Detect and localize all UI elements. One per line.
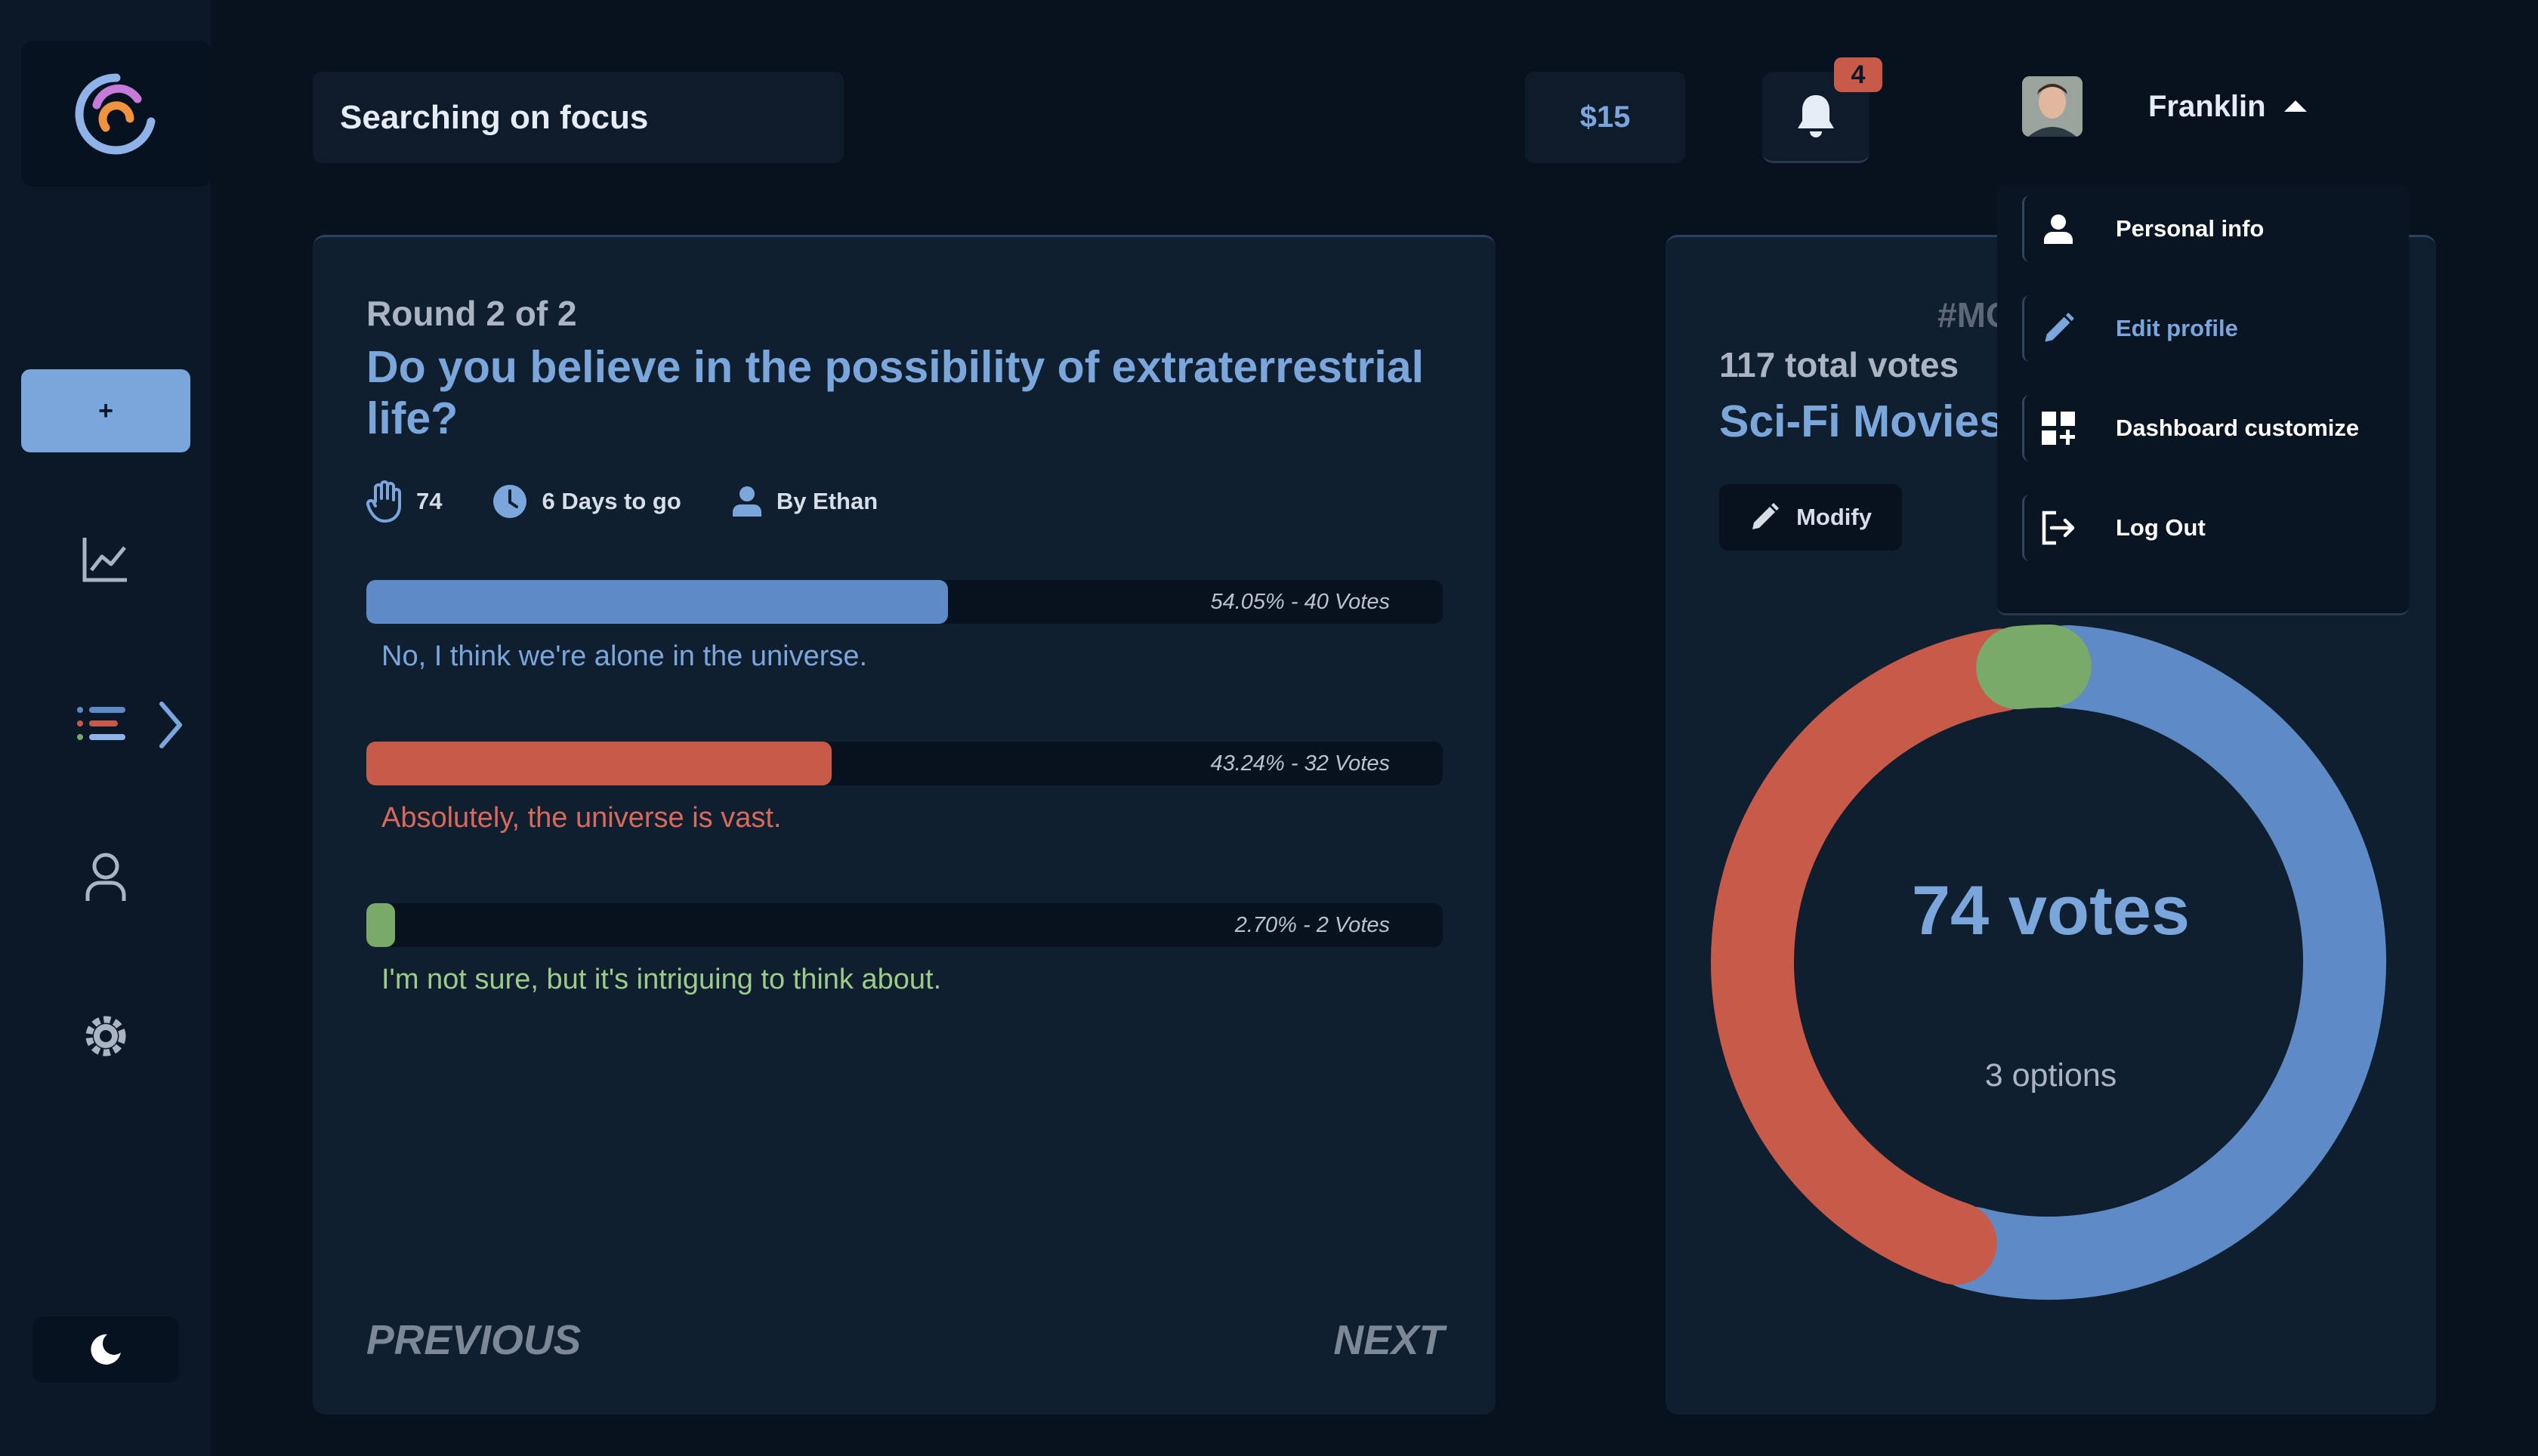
author-meta: By Ethan <box>731 485 878 518</box>
poll-option-2[interactable]: 43.24% - 32 Votes Absolutely, the univer… <box>366 742 1443 834</box>
option-label: Absolutely, the universe is vast. <box>381 802 782 834</box>
menu-item-label: Dashboard customize <box>2116 415 2360 441</box>
option-stat: 2.70% - 2 Votes <box>1234 912 1390 937</box>
option-label: No, I think we're alone in the universe. <box>381 640 868 672</box>
user-name: Franklin <box>2148 89 2266 123</box>
menu-item-label: Personal info <box>2116 215 2265 242</box>
person-icon <box>2022 196 2092 262</box>
option-stat: 43.24% - 32 Votes <box>1210 751 1390 776</box>
settings-icon[interactable] <box>76 1006 136 1066</box>
next-button[interactable]: NEXT <box>1333 1316 1444 1364</box>
chart-icon[interactable] <box>76 529 136 589</box>
option-bar-track: 2.70% - 2 Votes <box>366 903 1443 947</box>
donut-slice-2 <box>1711 628 2042 1285</box>
poll-meta: 74 6 Days to go By Ethan <box>366 479 906 524</box>
search-text: Searching on focus <box>340 98 649 136</box>
option-bar-fill <box>366 903 396 947</box>
theme-toggle-button[interactable] <box>32 1316 179 1383</box>
time-left: 6 Days to go <box>542 488 681 514</box>
clock-icon <box>493 485 527 518</box>
add-button-label: + <box>98 396 113 425</box>
menu-item-edit-profile[interactable]: Edit profile <box>2022 295 2385 362</box>
search-input[interactable]: Searching on focus <box>313 72 844 163</box>
dashboard-icon <box>2022 395 2092 461</box>
option-bar-fill <box>366 742 832 785</box>
user-profile[interactable]: Franklin <box>2022 76 2385 137</box>
poll-card: Round 2 of 2 Do you believe in the possi… <box>313 235 1496 1414</box>
logo-icon <box>75 72 156 154</box>
votes-meta: 74 <box>366 480 442 523</box>
previous-button[interactable]: PREVIOUS <box>366 1316 581 1364</box>
donut-slice-1 <box>1931 625 2386 1300</box>
logout-icon <box>2022 495 2092 561</box>
menu-item-personal-info[interactable]: Personal info <box>2022 196 2385 262</box>
option-label: I'm not sure, but it's intriguing to thi… <box>381 964 942 995</box>
moon-icon <box>91 1334 121 1365</box>
time-meta: 6 Days to go <box>492 483 681 520</box>
user-dropdown-menu: Personal info Edit profile Dashboard cus… <box>1997 185 2409 615</box>
bell-icon <box>1798 95 1834 137</box>
donut-center-votes: 74 votes <box>1911 872 2191 949</box>
menu-item-label: Edit profile <box>2116 315 2238 341</box>
poll-question: Do you believe in the possibility of ext… <box>366 342 1425 443</box>
votes-count: 74 <box>416 488 443 514</box>
poll-option-1[interactable]: 54.05% - 40 Votes No, I think we're alon… <box>366 580 1443 673</box>
user-icon[interactable] <box>76 847 136 908</box>
add-button[interactable]: + <box>21 369 190 452</box>
logo[interactable] <box>21 41 212 187</box>
option-stat: 54.05% - 40 Votes <box>1210 589 1390 614</box>
poll-option-3[interactable]: 2.70% - 2 Votes I'm not sure, but it's i… <box>366 903 1443 996</box>
pencil-icon <box>2022 295 2092 362</box>
hand-icon <box>366 480 401 523</box>
sidebar: + <box>0 0 212 1456</box>
caret-up-icon[interactable] <box>2262 77 2330 134</box>
notification-count-badge: 4 <box>1834 57 1882 92</box>
menu-item-dashboard-customize[interactable]: Dashboard customize <box>2022 395 2385 461</box>
balance-value: $15 <box>1579 100 1631 134</box>
option-bar-fill <box>366 580 949 624</box>
person-icon <box>732 486 761 517</box>
donut-center-options: 3 options <box>1984 1057 2117 1094</box>
option-bar-track: 43.24% - 32 Votes <box>366 742 1443 785</box>
menu-item-log-out[interactable]: Log Out <box>2022 495 2385 561</box>
donut-slice-3 <box>1976 625 2092 710</box>
list-menu-item[interactable] <box>73 695 193 755</box>
balance-badge[interactable]: $15 <box>1525 72 1685 163</box>
round-label: Round 2 of 2 <box>366 294 577 333</box>
list-icon <box>77 702 182 748</box>
author-name: By Ethan <box>776 488 878 514</box>
menu-item-label: Log Out <box>2116 514 2206 541</box>
option-bar-track: 54.05% - 40 Votes <box>366 580 1443 624</box>
avatar[interactable] <box>2022 76 2083 137</box>
notification-count: 4 <box>1851 60 1866 89</box>
